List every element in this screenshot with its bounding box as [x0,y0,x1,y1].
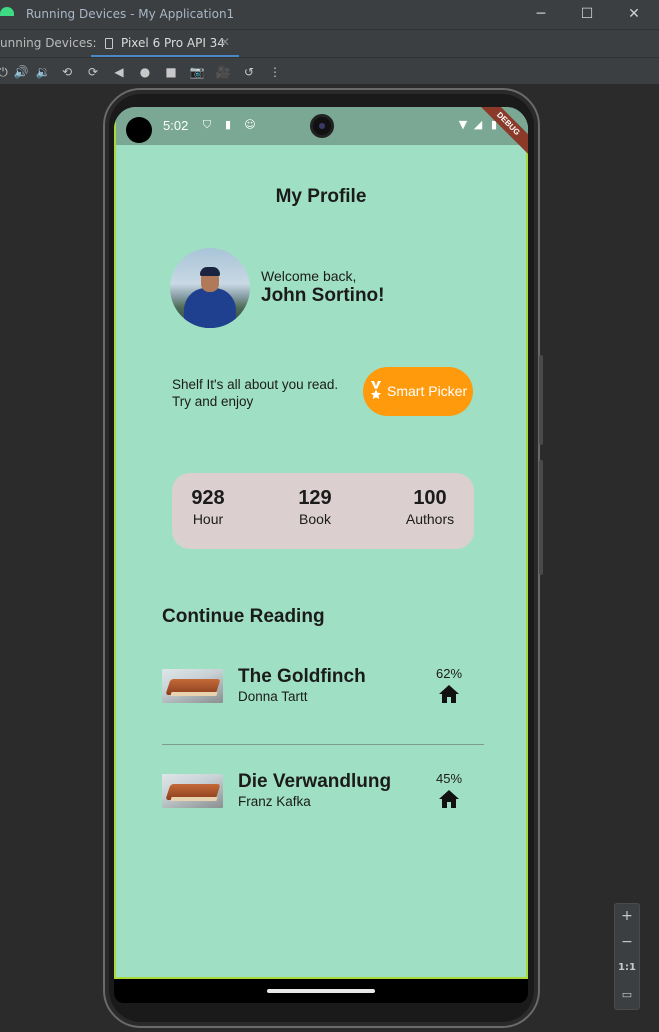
device-tab-bar: unning Devices: Pixel 6 Pro API 34 ✕ ▣ ⚙… [0,29,659,81]
signal-icon: ◢ [473,118,483,131]
maximize-button[interactable]: ☐ [576,4,598,24]
home-icon[interactable] [438,684,460,704]
book-progress: 62% [435,666,463,681]
tagline-line-1: Shelf It's all about you read. [172,377,339,392]
volume-up-icon[interactable]: 🔊 [12,63,30,81]
sd-card-icon: ▮ [224,118,232,131]
welcome-text: Welcome back, [261,268,357,284]
home-gesture-handle[interactable] [267,989,375,993]
stat-value: 100 [413,487,447,509]
snapshot-icon[interactable]: ↺ [240,63,258,81]
close-button[interactable]: ✕ [623,4,645,24]
more-icon[interactable]: ⋮ [266,63,284,81]
tab-pixel-6-pro[interactable]: Pixel 6 Pro API 34 ✕ [91,30,239,58]
stat-value: 129 [298,487,332,509]
actual-size-button[interactable]: 1:1 [615,956,639,980]
user-name: John Sortino! [261,285,385,306]
zoom-controls: + − 1:1 ▭ [614,903,640,1010]
stat-value: 928 [191,487,225,509]
screen-record-icon[interactable]: 🎥 [214,63,232,81]
stat-label: Hour [192,511,224,527]
page-title: My Profile [275,186,367,207]
continue-reading-title: Continue Reading [162,606,325,627]
device-power-key [539,460,543,575]
overview-icon[interactable]: ■ [162,63,180,81]
avatar[interactable] [170,248,250,328]
fit-screen-icon[interactable]: ▭ [615,983,639,1007]
status-time: 5:02 [163,118,189,133]
book-title: The Goldfinch [238,666,366,687]
device-volume-key [539,355,543,445]
volume-down-icon[interactable]: 🔉 [34,63,52,81]
debug-banner: DEBUG [474,107,528,158]
power-icon[interactable]: ⏻ [0,63,12,81]
stat-hours: 928 Hour [168,487,248,527]
rotate-left-icon[interactable]: ⟲ [58,63,76,81]
book-title: Die Verwandlung [238,771,392,792]
stat-label: Authors [405,511,455,527]
android-icon [0,7,14,16]
medal-icon [371,381,381,399]
face-icon: ☺ [244,118,256,131]
book-cover [162,774,223,808]
avatar-body [184,288,236,328]
tagline-line-2: Try and enjoy [172,394,254,409]
stat-label: Book [299,511,331,527]
list-item[interactable]: Die Verwandlung Franz Kafka 45% [162,771,484,824]
status-dot [126,117,152,143]
zoom-out-button[interactable]: − [615,930,639,954]
minimize-button[interactable]: ─ [530,4,552,24]
smart-picker-button[interactable]: Smart Picker [363,367,473,416]
rotate-right-icon[interactable]: ⟳ [84,63,102,81]
book-progress: 45% [435,771,463,786]
stats-card: 928 Hour 129 Book 100 Authors [172,473,474,549]
zoom-in-button[interactable]: + [615,904,639,928]
book-author: Donna Tartt [238,689,308,704]
window-title: Running Devices - My Application1 [26,7,235,21]
device-screen: 5:02 ⛉ ▮ ☺ ▼ ◢ ▮ DEBUG My Profile Welcom… [114,107,528,1003]
stat-books: 129 Book [275,487,355,527]
tab-label: Pixel 6 Pro API 34 [121,36,225,50]
app-surface: 5:02 ⛉ ▮ ☺ ▼ ◢ ▮ DEBUG My Profile Welcom… [114,107,528,979]
tagline: Shelf It's all about you read. Try and e… [172,376,338,410]
back-icon[interactable]: ◀ [110,63,128,81]
list-divider [162,744,484,745]
home-icon[interactable] [438,789,460,809]
screenshot-icon[interactable]: 📷 [188,63,206,81]
gesture-nav-bar [114,979,528,1003]
wifi-icon: ▼ [458,118,468,131]
home-icon[interactable]: ● [136,63,154,81]
running-devices-label: unning Devices: [0,36,97,50]
list-item[interactable]: The Goldfinch Donna Tartt 62% [162,666,484,719]
avatar-cap [200,267,220,276]
book-cover [162,669,223,703]
tab-close-icon[interactable]: ✕ [220,35,230,49]
ide-title-bar: Running Devices - My Application1 ─ ☐ ✕ [0,0,659,29]
emulator-toolbar: ⏻ 🔊 🔉 ⟲ ⟳ ◀ ● ■ 📷 🎥 ↺ ⋮ [0,57,659,85]
front-camera [310,114,334,138]
status-bar: 5:02 ⛉ ▮ ☺ ▼ ◢ ▮ DEBUG [116,107,528,158]
book-author: Franz Kafka [238,794,311,809]
shield-icon: ⛉ [202,118,212,131]
smart-picker-label: Smart Picker [387,383,468,399]
device-icon [105,38,113,49]
stat-authors: 100 Authors [390,487,470,527]
